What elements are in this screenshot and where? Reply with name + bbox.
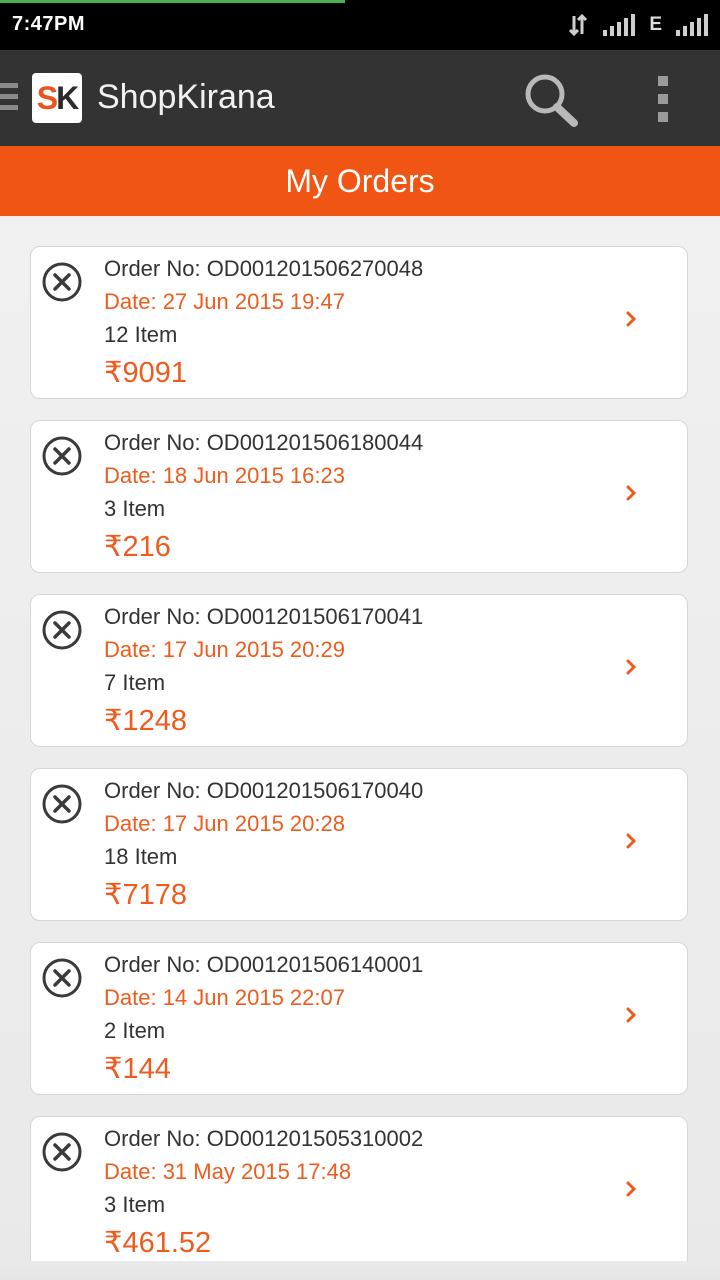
- order-item-count: 7 Item: [104, 670, 166, 695]
- order-item-count: 12 Item: [104, 322, 178, 347]
- signal-strength-icon-2: [676, 14, 708, 36]
- loading-progress-bar: [0, 0, 345, 3]
- order-card[interactable]: Order No: OD001201505310002 Date: 31 May…: [30, 1116, 688, 1269]
- app-title: ShopKirana: [97, 78, 275, 116]
- order-date: Date: 27 Jun 2015 19:47: [104, 289, 345, 314]
- cancel-order-icon[interactable]: [42, 958, 82, 998]
- network-type-label: E: [649, 14, 662, 35]
- status-time: 7:47PM: [12, 13, 86, 35]
- chevron-right-icon[interactable]: [623, 305, 641, 333]
- order-item-count: 18 Item: [104, 844, 178, 869]
- order-amount: ₹144: [104, 1053, 171, 1085]
- order-amount: ₹461.52: [104, 1227, 212, 1259]
- data-transfer-icon: [567, 13, 589, 37]
- cancel-order-icon[interactable]: [42, 784, 82, 824]
- order-date: Date: 31 May 2015 17:48: [104, 1159, 352, 1184]
- order-number: Order No: OD001201506170041: [104, 604, 424, 629]
- order-number: Order No: OD001201506180044: [104, 430, 424, 455]
- order-amount: ₹9091: [104, 357, 187, 389]
- order-number: Order No: OD001201506270048: [104, 256, 424, 281]
- chevron-right-icon[interactable]: [623, 653, 641, 681]
- page-title: My Orders: [0, 146, 720, 216]
- order-date: Date: 17 Jun 2015 20:29: [104, 637, 345, 662]
- order-card[interactable]: Order No: OD001201506180044 Date: 18 Jun…: [30, 420, 688, 573]
- search-icon[interactable]: [520, 70, 582, 130]
- order-number: Order No: OD001201506140001: [104, 952, 424, 977]
- chevron-right-icon[interactable]: [623, 1175, 641, 1203]
- list-bottom-edge: [0, 1261, 720, 1280]
- cancel-order-icon[interactable]: [42, 262, 82, 302]
- status-bar: 7:47PM E: [0, 0, 720, 50]
- order-date: Date: 17 Jun 2015 20:28: [104, 811, 345, 836]
- order-number: Order No: OD001201506170040: [104, 778, 424, 803]
- order-amount: ₹1248: [104, 705, 187, 737]
- cancel-order-icon[interactable]: [42, 610, 82, 650]
- order-item-count: 3 Item: [104, 1192, 166, 1217]
- order-date: Date: 18 Jun 2015 16:23: [104, 463, 345, 488]
- menu-icon[interactable]: [0, 83, 18, 113]
- chevron-right-icon[interactable]: [623, 479, 641, 507]
- signal-strength-icon: [603, 14, 636, 36]
- status-icons: E: [567, 12, 708, 38]
- order-card[interactable]: Order No: OD001201506140001 Date: 14 Jun…: [30, 942, 688, 1095]
- overflow-menu-icon[interactable]: [645, 76, 681, 122]
- cancel-order-icon[interactable]: [42, 436, 82, 476]
- order-item-count: 2 Item: [104, 1018, 166, 1043]
- cancel-order-icon[interactable]: [42, 1132, 82, 1172]
- order-card[interactable]: Order No: OD001201506270048 Date: 27 Jun…: [30, 246, 688, 399]
- app-bar: SK ShopKirana: [0, 50, 720, 146]
- chevron-right-icon[interactable]: [623, 827, 641, 855]
- app-logo[interactable]: SK: [32, 73, 82, 123]
- chevron-right-icon[interactable]: [623, 1001, 641, 1029]
- order-item-count: 3 Item: [104, 496, 166, 521]
- order-amount: ₹216: [104, 531, 171, 563]
- order-card[interactable]: Order No: OD001201506170040 Date: 17 Jun…: [30, 768, 688, 921]
- order-number: Order No: OD001201505310002: [104, 1126, 424, 1151]
- order-amount: ₹7178: [104, 879, 187, 911]
- order-card[interactable]: Order No: OD001201506170041 Date: 17 Jun…: [30, 594, 688, 747]
- order-date: Date: 14 Jun 2015 22:07: [104, 985, 345, 1010]
